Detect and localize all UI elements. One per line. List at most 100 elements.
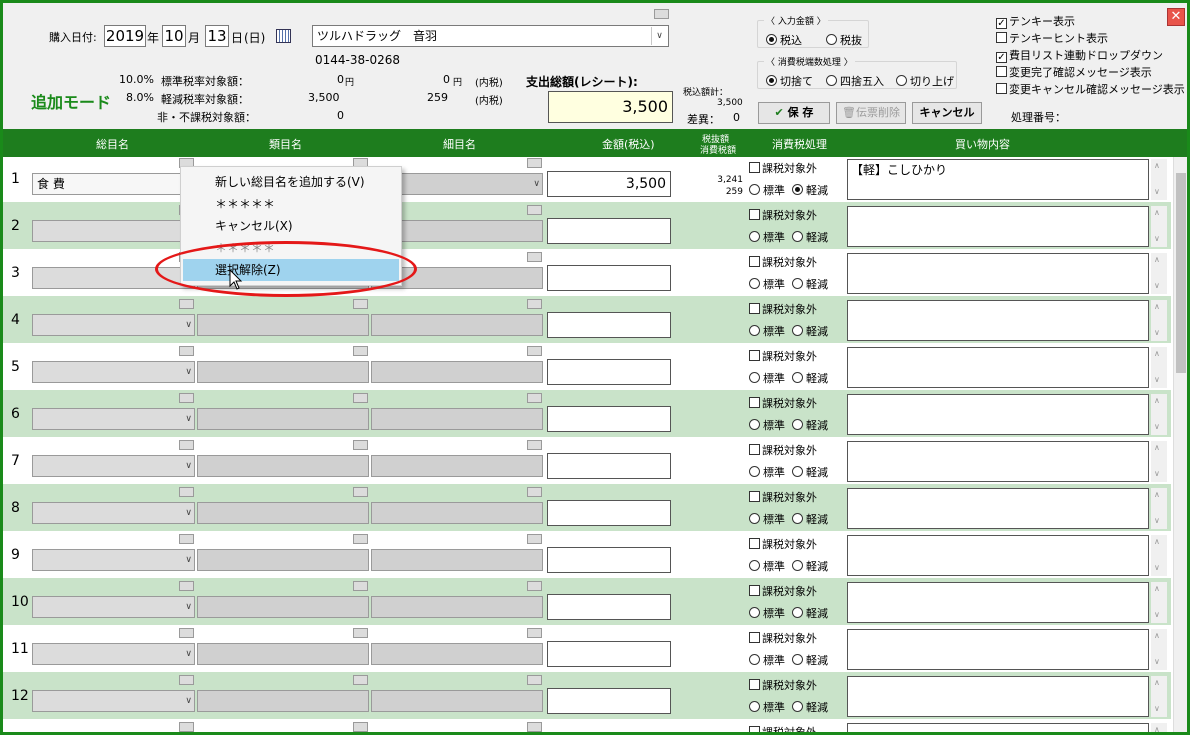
detail-select[interactable] (371, 596, 543, 618)
detail-select[interactable] (371, 643, 543, 665)
type-select[interactable] (197, 549, 369, 571)
amount-field[interactable]: 3,500 (547, 171, 671, 197)
category-select[interactable]: ∨ (32, 596, 195, 618)
detail-select[interactable] (371, 549, 543, 571)
chevron-down-icon[interactable]: ∨ (185, 409, 192, 429)
row-mini-button[interactable] (353, 346, 368, 356)
tax-exempt-checkbox[interactable]: 課税対象外 (749, 724, 817, 732)
row-mini-button[interactable] (527, 534, 542, 544)
radio-tax-incl[interactable]: 税込 (766, 32, 802, 48)
vertical-scrollbar[interactable] (1173, 157, 1187, 732)
row-mini-button[interactable] (527, 299, 542, 309)
radio-round-up[interactable]: 切り上げ (896, 73, 954, 89)
row-mini-button[interactable] (527, 393, 542, 403)
tax-mode-radios[interactable]: 標準 軽減 (749, 323, 828, 339)
chevron-down-icon[interactable]: ∨ (185, 644, 192, 664)
menu-item-cancel[interactable]: キャンセル(X) (183, 215, 399, 237)
radio-round-down[interactable]: 切捨て (766, 73, 813, 89)
amount-field[interactable] (547, 500, 671, 526)
amount-field[interactable] (547, 359, 671, 385)
type-select[interactable] (197, 596, 369, 618)
tax-mode-radios[interactable]: 標準 軽減 (749, 699, 828, 715)
tax-mode-radios[interactable]: 標準 軽減 (749, 511, 828, 527)
cancel-button[interactable]: キャンセル (912, 102, 982, 124)
row-mini-button[interactable] (179, 722, 194, 732)
chevron-down-icon[interactable]: ∨ (185, 503, 192, 523)
memo-field[interactable] (847, 347, 1149, 388)
chevron-down-icon[interactable]: ∨ (185, 362, 192, 382)
row-mini-button[interactable] (527, 205, 542, 215)
memo-scrollbar[interactable]: ∧∨ (1151, 535, 1167, 576)
chevron-down-icon[interactable]: ∨ (185, 456, 192, 476)
tax-exempt-checkbox[interactable]: 課税対象外 (749, 536, 817, 552)
detail-select[interactable] (371, 408, 543, 430)
memo-scrollbar[interactable]: ∧∨ (1151, 488, 1167, 529)
category-select[interactable]: ∨ (32, 643, 195, 665)
memo-field[interactable] (847, 535, 1149, 576)
memo-scrollbar[interactable]: ∧∨ (1151, 159, 1167, 200)
amount-field[interactable] (547, 688, 671, 714)
memo-scrollbar[interactable]: ∧∨ (1151, 300, 1167, 341)
save-button[interactable]: ✔ 保 存 (758, 102, 830, 124)
tax-exempt-checkbox[interactable]: 課税対象外 (749, 677, 817, 693)
radio-round-half[interactable]: 四捨五入 (826, 73, 884, 89)
chevron-down-icon[interactable]: ∨ (185, 597, 192, 617)
tax-mode-radios[interactable]: 標準 軽減 (749, 605, 828, 621)
row-mini-button[interactable] (179, 534, 194, 544)
type-select[interactable] (197, 408, 369, 430)
tax-exempt-checkbox[interactable]: 課税対象外 (749, 395, 817, 411)
tax-exempt-checkbox[interactable]: 課税対象外 (749, 207, 817, 223)
category-select[interactable]: ∨ (32, 361, 195, 383)
row-mini-button[interactable] (353, 722, 368, 732)
memo-scrollbar[interactable]: ∧∨ (1151, 347, 1167, 388)
row-mini-button[interactable] (179, 487, 194, 497)
memo-scrollbar[interactable]: ∧∨ (1151, 441, 1167, 482)
amount-field[interactable] (547, 594, 671, 620)
tax-exempt-checkbox[interactable]: 課税対象外 (749, 301, 817, 317)
type-select[interactable] (197, 361, 369, 383)
row-mini-button[interactable] (179, 346, 194, 356)
tax-exempt-checkbox[interactable]: 課税対象外 (749, 630, 817, 646)
memo-scrollbar[interactable]: ∧∨ (1151, 582, 1167, 623)
row-mini-button[interactable] (527, 346, 542, 356)
amount-field[interactable] (547, 406, 671, 432)
option-tenkey-hint[interactable]: テンキーヒント表示 (996, 30, 1108, 46)
tax-mode-radios[interactable]: 標準 軽減 (749, 229, 828, 245)
memo-scrollbar[interactable]: ∧∨ (1151, 629, 1167, 670)
tax-mode-radios[interactable]: 標準 軽減 (749, 558, 828, 574)
close-icon[interactable]: ✕ (1167, 8, 1185, 26)
amount-field[interactable] (547, 547, 671, 573)
row-mini-button[interactable] (353, 440, 368, 450)
radio-tax-excl[interactable]: 税抜 (826, 32, 862, 48)
row-mini-button[interactable] (353, 487, 368, 497)
detail-select[interactable] (371, 361, 543, 383)
row-mini-button[interactable] (353, 675, 368, 685)
scrollbar-thumb[interactable] (1176, 173, 1186, 373)
row-mini-button[interactable] (527, 158, 542, 168)
chevron-down-icon[interactable]: ∨ (185, 550, 192, 570)
tax-mode-radios[interactable]: 標準 軽減 (749, 182, 828, 198)
category-select[interactable]: ∨ (32, 502, 195, 524)
row-mini-button[interactable] (179, 393, 194, 403)
memo-field[interactable] (847, 253, 1149, 294)
tax-mode-radios[interactable]: 標準 軽減 (749, 370, 828, 386)
memo-field[interactable] (847, 582, 1149, 623)
memo-field[interactable] (847, 394, 1149, 435)
row-mini-button[interactable] (527, 440, 542, 450)
option-change-confirm[interactable]: 変更完了確認メッセージ表示 (996, 64, 1152, 80)
chevron-down-icon[interactable]: ∨ (533, 174, 540, 194)
category-select[interactable]: ∨ (32, 549, 195, 571)
type-select[interactable] (197, 643, 369, 665)
memo-scrollbar[interactable]: ∧∨ (1151, 394, 1167, 435)
chevron-down-icon[interactable]: ∨ (185, 691, 192, 711)
row-mini-button[interactable] (353, 393, 368, 403)
option-tenkey[interactable]: ✓ テンキー表示 (996, 13, 1075, 29)
detail-select[interactable] (371, 455, 543, 477)
row-mini-button[interactable] (527, 487, 542, 497)
row-mini-button[interactable] (179, 675, 194, 685)
memo-field[interactable] (847, 206, 1149, 247)
tax-mode-radios[interactable]: 標準 軽減 (749, 417, 828, 433)
detail-select[interactable] (371, 502, 543, 524)
tax-mode-radios[interactable]: 標準 軽減 (749, 276, 828, 292)
row-mini-button[interactable] (179, 628, 194, 638)
